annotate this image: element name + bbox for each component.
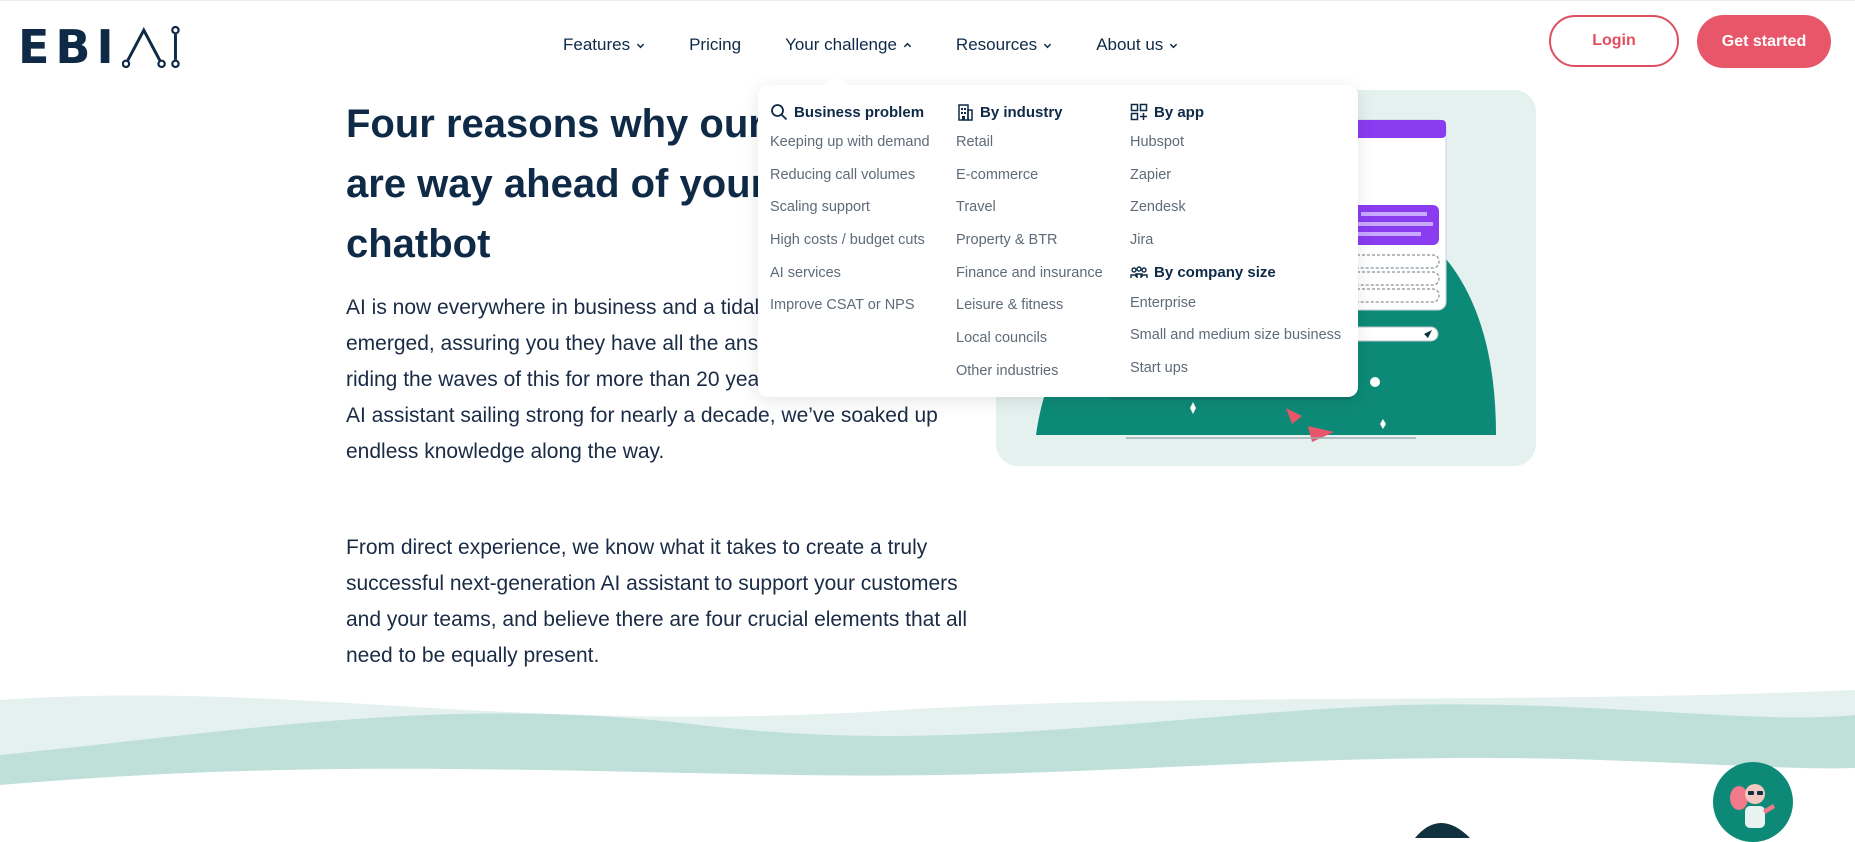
nav-pricing[interactable]: Pricing (689, 35, 741, 55)
by-industry-column: By industry Retail E-commerce Travel Pro… (956, 101, 1103, 391)
link-travel[interactable]: Travel (956, 194, 1103, 227)
logo[interactable]: EBI (18, 23, 183, 71)
login-button[interactable]: Login (1549, 15, 1679, 67)
by-app-heading: By app (1130, 101, 1341, 123)
nav-resources[interactable]: Resources (956, 35, 1052, 55)
link-small-medium-business[interactable]: Small and medium size business (1130, 322, 1341, 355)
link-leisure-fitness[interactable]: Leisure & fitness (956, 292, 1103, 325)
get-started-button[interactable]: Get started (1697, 15, 1831, 68)
logo-text: EBI (18, 20, 120, 74)
by-industry-heading-label: By industry (980, 103, 1063, 121)
business-problem-column: Business problem Keeping up with demand … (770, 101, 930, 325)
link-property-btr[interactable]: Property & BTR (956, 227, 1103, 260)
link-zapier[interactable]: Zapier (1130, 162, 1341, 195)
nav-about-us-label: About us (1096, 35, 1164, 54)
apps-grid-icon (1130, 103, 1148, 121)
nav-features-label: Features (563, 35, 631, 54)
business-problem-heading: Business problem (770, 101, 930, 123)
search-icon (771, 104, 788, 121)
people-icon (1130, 266, 1148, 278)
link-jira[interactable]: Jira (1130, 227, 1341, 260)
nav-resources-label: Resources (955, 35, 1038, 54)
logo-ai-mark-icon (121, 25, 180, 69)
link-finance-and-insurance[interactable]: Finance and insurance (956, 260, 1103, 293)
your-challenge-dropdown: Business problem Keeping up with demand … (758, 85, 1358, 397)
link-other-industries[interactable]: Other industries (956, 358, 1103, 391)
nav-your-challenge-label: Your challenge (785, 35, 897, 54)
by-company-size-heading-label: By company size (1154, 264, 1276, 282)
main-nav: Features Pricing Your challenge Resource… (563, 35, 1222, 55)
link-local-councils[interactable]: Local councils (956, 325, 1103, 358)
wave-decoration (0, 690, 1855, 841)
business-problem-heading-label: Business problem (794, 103, 925, 121)
nav-about-us[interactable]: About us (1096, 35, 1178, 55)
nav-pricing-label: Pricing (689, 35, 742, 54)
dropdown-caret (822, 73, 850, 86)
link-scaling-support[interactable]: Scaling support (770, 194, 930, 227)
link-retail[interactable]: Retail (956, 129, 1103, 162)
chat-assistant-avatar-icon (1730, 784, 1775, 828)
link-enterprise[interactable]: Enterprise (1130, 290, 1341, 323)
link-ai-services[interactable]: AI services (770, 260, 930, 293)
second-paragraph: From direct experience, we know what it … (346, 536, 968, 667)
chevron-down-icon (1044, 43, 1052, 48)
chevron-down-icon (1170, 43, 1178, 48)
link-keeping-up-with-demand[interactable]: Keeping up with demand (770, 129, 930, 162)
nav-your-challenge[interactable]: Your challenge (785, 35, 912, 55)
by-company-size-heading: By company size (1130, 262, 1341, 284)
link-zendesk[interactable]: Zendesk (1130, 194, 1341, 227)
chat-launcher-button[interactable] (1713, 762, 1793, 842)
link-improve-csat-or-nps[interactable]: Improve CSAT or NPS (770, 292, 930, 325)
link-hubspot[interactable]: Hubspot (1130, 129, 1341, 162)
nav-features[interactable]: Features (563, 35, 645, 55)
by-app-heading-label: By app (1154, 103, 1205, 121)
link-start-ups[interactable]: Start ups (1130, 355, 1341, 388)
by-industry-heading: By industry (956, 101, 1103, 123)
link-reducing-call-volumes[interactable]: Reducing call volumes (770, 162, 930, 195)
site-header: EBI Features Pricing Your challenge Reso… (0, 0, 1855, 90)
chevron-up-icon (903, 42, 912, 47)
chevron-down-icon (636, 43, 645, 48)
link-e-commerce[interactable]: E-commerce (956, 162, 1103, 195)
by-app-column: By app Hubspot Zapier Zendesk Jira By co… (1130, 101, 1341, 388)
link-high-costs-budget-cuts[interactable]: High costs / budget cuts (770, 227, 930, 260)
building-icon (958, 104, 973, 121)
